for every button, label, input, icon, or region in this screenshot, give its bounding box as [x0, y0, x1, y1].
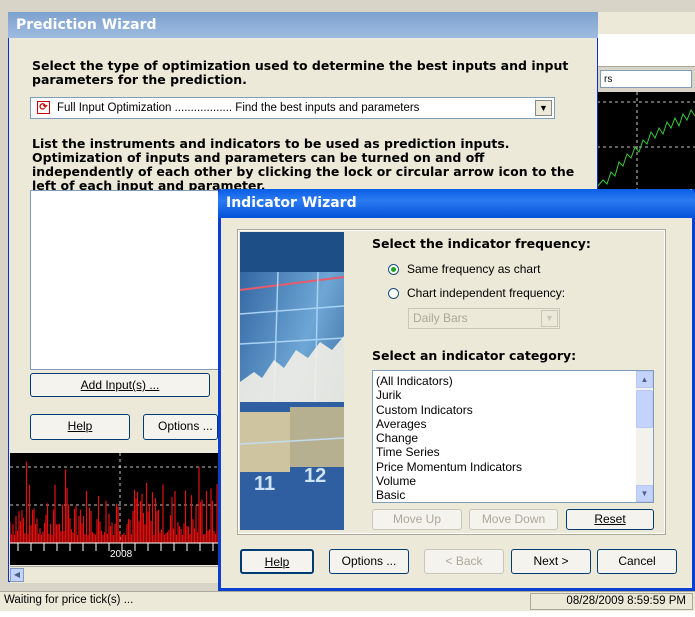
prediction-options-label: Options ...	[158, 419, 213, 433]
list-item[interactable]: Volume	[376, 474, 631, 488]
indicator-category-list[interactable]: (All Indicators) Jurik Custom Indicators…	[372, 370, 654, 503]
move-down-label: Move Down	[481, 512, 546, 526]
wizard-chart-image: 11 12	[240, 232, 344, 530]
add-inputs-label: Add Input(s) ...	[80, 378, 160, 392]
move-down-button[interactable]: Move Down	[469, 509, 558, 530]
category-items: (All Indicators) Jurik Custom Indicators…	[376, 374, 631, 502]
volume-bars	[10, 461, 220, 543]
category-scrollbar[interactable]: ▲ ▼	[636, 371, 653, 502]
radio-button[interactable]	[388, 288, 399, 299]
radio-button-selected[interactable]	[388, 264, 399, 275]
scroll-down-icon[interactable]: ▼	[636, 485, 653, 502]
list-item[interactable]: Price Momentum Indicators	[376, 460, 631, 474]
frequency-select: Daily Bars ▼	[408, 308, 560, 329]
radio-same-label: Same frequency as chart	[407, 262, 541, 276]
chevron-down-icon: ▼	[541, 310, 558, 327]
indicator-options-label: Options ...	[341, 554, 397, 568]
list-item[interactable]: Jurik	[376, 388, 631, 402]
move-up-button[interactable]: Move Up	[372, 509, 462, 530]
cancel-button[interactable]: Cancel	[597, 549, 677, 574]
list-item[interactable]: Time Series	[376, 445, 631, 459]
scroll-up-icon[interactable]: ▲	[636, 371, 653, 388]
list-item[interactable]: Custom Indicators	[376, 403, 631, 417]
prediction-wizard-title: Prediction Wizard	[8, 12, 598, 38]
frequency-select-value: Daily Bars	[413, 311, 468, 325]
volume-chart: 2008	[10, 453, 220, 565]
reset-button[interactable]: Reset	[566, 509, 654, 530]
indicator-options-button[interactable]: Options ...	[329, 549, 409, 574]
prediction-options-button[interactable]: Options ...	[143, 414, 218, 440]
radio-independent-frequency[interactable]: Chart independent frequency:	[388, 286, 565, 300]
background-panel	[597, 34, 695, 67]
scroll-thumb[interactable]	[636, 390, 653, 428]
bottom-margin	[0, 611, 695, 617]
list-item[interactable]: Change	[376, 431, 631, 445]
list-item[interactable]: Basic	[376, 488, 631, 502]
radio-independent-label: Chart independent frequency:	[407, 286, 566, 300]
prediction-help-button[interactable]: Help	[30, 414, 130, 440]
status-bar: Waiting for price tick(s) ... 08/28/2009…	[0, 591, 695, 612]
prediction-help-label: Help	[67, 419, 93, 433]
back-label: < Back	[445, 554, 483, 568]
frequency-heading: Select the indicator frequency:	[372, 236, 591, 251]
image-number-2: 12	[304, 465, 326, 487]
indicator-help-label: Help	[264, 555, 290, 569]
chevron-down-icon[interactable]: ▼	[535, 100, 552, 116]
background-symbol-field[interactable]: rs	[600, 70, 692, 88]
scroll-left-icon[interactable]: ◀	[10, 568, 24, 582]
back-button[interactable]: < Back	[424, 549, 504, 574]
background-toolbar	[597, 12, 695, 35]
list-item[interactable]: Averages	[376, 417, 631, 431]
reset-label: Reset	[594, 512, 626, 526]
indicator-wizard-title: Indicator Wizard	[218, 189, 695, 218]
status-message: Waiting for price tick(s) ...	[4, 594, 134, 606]
chart-year-label: 2008	[110, 549, 133, 560]
optimization-instructions: Select the type of optimization used to …	[32, 58, 569, 87]
image-number-1: 11	[254, 473, 275, 495]
wizard-chart-image-svg: 11 12	[240, 232, 344, 530]
inputs-instructions: List the instruments and indicators to b…	[32, 136, 575, 193]
radio-same-frequency[interactable]: Same frequency as chart	[388, 262, 540, 276]
add-inputs-button[interactable]: Add Input(s) ...	[30, 373, 210, 397]
optimization-type-select[interactable]: ⟳ Full Input Optimization ..............…	[30, 97, 555, 119]
status-timestamp: 08/28/2009 8:59:59 PM	[530, 593, 693, 610]
optimization-selected-value: Full Input Optimization ................…	[57, 102, 420, 114]
list-item[interactable]: (All Indicators)	[376, 374, 631, 388]
cancel-label: Cancel	[618, 554, 656, 568]
indicator-help-button[interactable]: Help	[240, 549, 314, 574]
next-label: Next >	[533, 554, 569, 568]
prediction-inputs-list[interactable]	[30, 190, 220, 370]
volume-chart-svg: 2008	[10, 453, 220, 560]
refresh-icon: ⟳	[37, 101, 50, 114]
next-button[interactable]: Next >	[511, 549, 591, 574]
chart-horizontal-scrollbar[interactable]: ◀	[10, 566, 220, 583]
category-heading: Select an indicator category:	[372, 348, 577, 363]
move-up-label: Move Up	[392, 512, 442, 526]
